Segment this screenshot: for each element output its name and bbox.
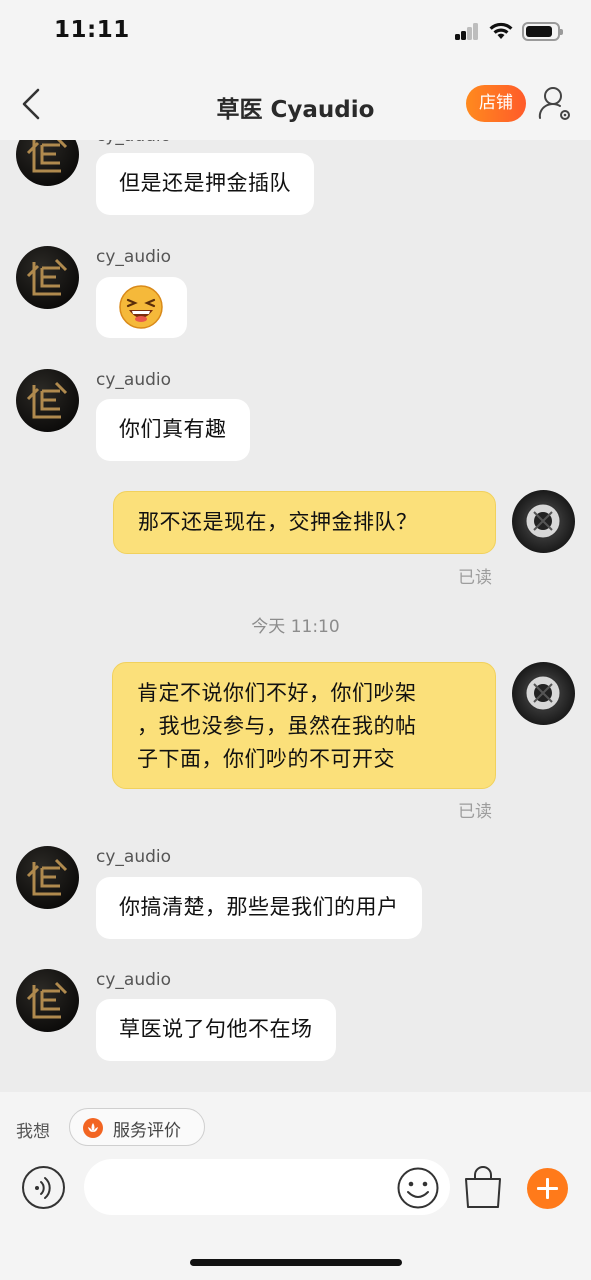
- chat-area: cy_audio 但是还是押金插队 cy_audio cy_audio 你们真有…: [0, 140, 591, 1092]
- my-avatar[interactable]: [512, 662, 575, 725]
- voice-input-button[interactable]: [22, 1166, 65, 1209]
- avatar[interactable]: [16, 140, 79, 186]
- bottom-bar: 我想 服务评价: [0, 1092, 591, 1280]
- sender-name: cy_audio: [96, 247, 172, 267]
- status-bar: 11:11: [0, 0, 591, 66]
- message-line: ，我也没参与，虽然在我的帖: [137, 714, 417, 738]
- service-rating-label: 服务评价: [113, 1121, 181, 1141]
- message-bubble[interactable]: 草医说了句他不在场: [96, 999, 336, 1061]
- timestamp: 今天 11:10: [251, 617, 340, 637]
- laughing-face-icon: [119, 285, 163, 329]
- avatar[interactable]: [16, 369, 79, 432]
- shop-button[interactable]: 店铺: [466, 85, 526, 122]
- cellular-signal-icon: [455, 22, 481, 40]
- message-bubble[interactable]: 但是还是押金插队: [96, 153, 314, 215]
- sender-name: cy_audio: [96, 970, 172, 990]
- shopping-bag-icon[interactable]: [462, 1165, 504, 1211]
- service-rating-button[interactable]: 服务评价: [69, 1108, 205, 1146]
- user-settings-icon[interactable]: [537, 85, 573, 123]
- my-avatar[interactable]: [512, 490, 575, 553]
- sender-name: cy_audio: [96, 847, 172, 867]
- avatar[interactable]: [16, 969, 79, 1032]
- message-bubble[interactable]: 你们真有趣: [96, 399, 250, 461]
- message-bubble[interactable]: [96, 277, 187, 338]
- emoji-picker-icon[interactable]: [396, 1166, 440, 1210]
- wifi-icon: [489, 22, 513, 39]
- status-time: 11:11: [54, 17, 130, 43]
- avatar[interactable]: [16, 846, 79, 909]
- read-receipt: 已读: [458, 568, 492, 588]
- battery-icon: [522, 22, 563, 41]
- avatar[interactable]: [16, 246, 79, 309]
- sound-wave-icon: [35, 1177, 51, 1199]
- sender-name: cy_audio: [96, 370, 172, 390]
- nav-bar: 草医 Cyaudio 店铺: [0, 66, 591, 140]
- message-bubble-mine[interactable]: 那不还是现在，交押金排队？: [113, 491, 496, 554]
- read-receipt: 已读: [458, 802, 492, 822]
- home-indicator: [190, 1259, 402, 1266]
- add-button[interactable]: [527, 1168, 568, 1209]
- sender-name: cy_audio: [96, 140, 171, 146]
- message-bubble-mine[interactable]: 肯定不说你们不好，你们吵架 ，我也没参与，虽然在我的帖 子下面，你们吵的不可开交: [112, 662, 496, 789]
- quick-label: 我想: [16, 1122, 50, 1142]
- message-bubble[interactable]: 你搞清楚，那些是我们的用户: [96, 877, 422, 939]
- message-line: 肯定不说你们不好，你们吵架: [137, 681, 417, 705]
- message-line: 子下面，你们吵的不可开交: [137, 747, 395, 771]
- lotus-icon: [83, 1118, 103, 1138]
